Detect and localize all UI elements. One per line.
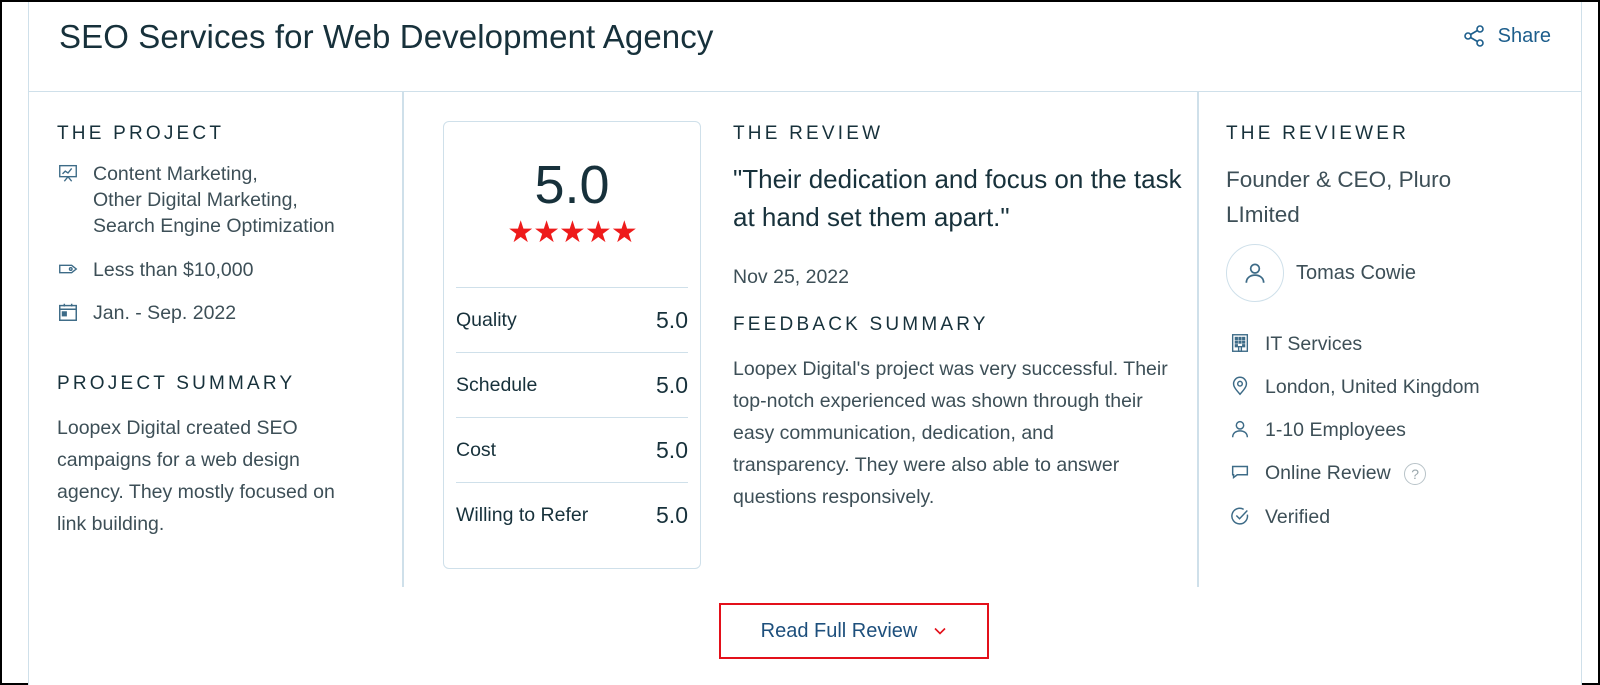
reviewer-employees: 1-10 Employees (1229, 417, 1406, 443)
project-dates: Jan. - Sep. 2022 (57, 300, 236, 326)
industry-text: IT Services (1265, 333, 1363, 355)
building-icon (1231, 334, 1249, 352)
service-item: Other Digital Marketing, (93, 189, 298, 211)
review-card: SEO Services for Web Development Agency … (28, 2, 1582, 685)
summary-line: campaigns for a web design (57, 449, 300, 471)
score-label: Willing to Refer (456, 504, 589, 526)
budget-text: Less than $10,000 (93, 259, 254, 281)
score-label: Quality (456, 309, 517, 331)
location-text: London, United Kingdom (1265, 376, 1480, 398)
project-budget: Less than $10,000 (57, 257, 253, 283)
summary-line: agency. They mostly focused on (57, 481, 335, 503)
service-item: Content Marketing, (93, 163, 258, 185)
reviewer-location: London, United Kingdom (1229, 374, 1480, 400)
feedback-line: easy communication, dedication, and (733, 422, 1054, 444)
feedback-line: Loopex Digital's project was very succes… (733, 358, 1168, 380)
score-value: 5.0 (656, 372, 688, 398)
feedback-summary-text: Loopex Digital's project was very succes… (733, 353, 1193, 513)
read-full-review-label: Read Full Review (760, 619, 918, 642)
role-line: Founder & CEO, Pluro (1226, 167, 1452, 192)
user-icon (1231, 420, 1249, 438)
reviewer-name: Tomas Cowie (1296, 262, 1417, 284)
score-row-willing-to-refer: Willing to Refer 5.0 (456, 482, 688, 548)
score-row-quality: Quality 5.0 (456, 287, 688, 353)
score-value: 5.0 (656, 437, 688, 463)
summary-line: link building. (57, 513, 165, 535)
price-tag-icon (59, 264, 78, 274)
review-quote: "Their dedication and focus on the task … (733, 164, 1182, 232)
review-section-title: THE REVIEW (733, 123, 884, 144)
review-type-text: Online Review (1265, 462, 1391, 484)
review-title: SEO Services for Web Development Agency (59, 18, 714, 55)
verified-text: Verified (1265, 506, 1331, 528)
score-label: Cost (456, 439, 497, 461)
project-summary-title: PROJECT SUMMARY (57, 373, 296, 394)
reviewer-industry: IT Services (1229, 331, 1362, 357)
dates-text: Jan. - Sep. 2022 (93, 302, 237, 324)
project-summary-text: Loopex Digital created SEO campaigns for… (57, 412, 377, 540)
employees-text: 1-10 Employees (1265, 419, 1406, 441)
review-header: SEO Services for Web Development Agency … (29, 2, 1581, 92)
reviewer-review-type: Online Review ? (1229, 460, 1427, 486)
feedback-line: transparency. They were also able to ans… (733, 454, 1120, 476)
read-full-review-button[interactable]: Read Full Review (719, 603, 989, 659)
project-section-title: THE PROJECT (57, 123, 225, 144)
share-label: Share (1497, 24, 1551, 47)
feedback-line: questions responsively. (733, 486, 935, 508)
rating-box: 5.0 ★★★★★ Quality 5.0 Schedule 5.0 Cost … (443, 121, 701, 569)
summary-line: Loopex Digital created SEO (57, 417, 298, 439)
presentation-chart-icon (59, 164, 77, 182)
reviewer-section-title: THE REVIEWER (1226, 123, 1410, 144)
chevron-down-icon (934, 627, 946, 635)
overall-rating: 5.0 (534, 155, 610, 215)
score-value: 5.0 (656, 307, 688, 333)
review-date: Nov 25, 2022 (733, 266, 850, 288)
avatar (1226, 244, 1284, 302)
user-icon (1245, 263, 1265, 283)
score-row-cost: Cost 5.0 (456, 417, 688, 483)
score-value: 5.0 (656, 502, 688, 528)
reviewer-role: Founder & CEO, Pluro LImited (1226, 162, 1556, 232)
project-services: Content Marketing, Other Digital Marketi… (57, 161, 335, 239)
verified-check-icon (1231, 507, 1249, 525)
reviewer-verified: Verified (1229, 504, 1330, 530)
help-icon[interactable]: ? (1404, 462, 1427, 485)
share-icon (1463, 25, 1484, 47)
share-button[interactable]: Share (1462, 24, 1551, 48)
score-label: Schedule (456, 374, 538, 396)
service-item: Search Engine Optimization (93, 215, 335, 237)
role-line: LImited (1226, 202, 1300, 227)
feedback-line: top-notch experienced was shown through … (733, 390, 1143, 412)
screenshot-frame: SEO Services for Web Development Agency … (0, 0, 1600, 685)
column-divider-1 (402, 92, 404, 587)
location-pin-icon (1232, 376, 1248, 396)
star-rating: ★★★★★ (507, 216, 637, 249)
chat-bubble-icon (1231, 465, 1249, 479)
calendar-icon (59, 303, 77, 321)
score-row-schedule: Schedule 5.0 (456, 352, 688, 418)
feedback-summary-title: FEEDBACK SUMMARY (733, 314, 989, 335)
